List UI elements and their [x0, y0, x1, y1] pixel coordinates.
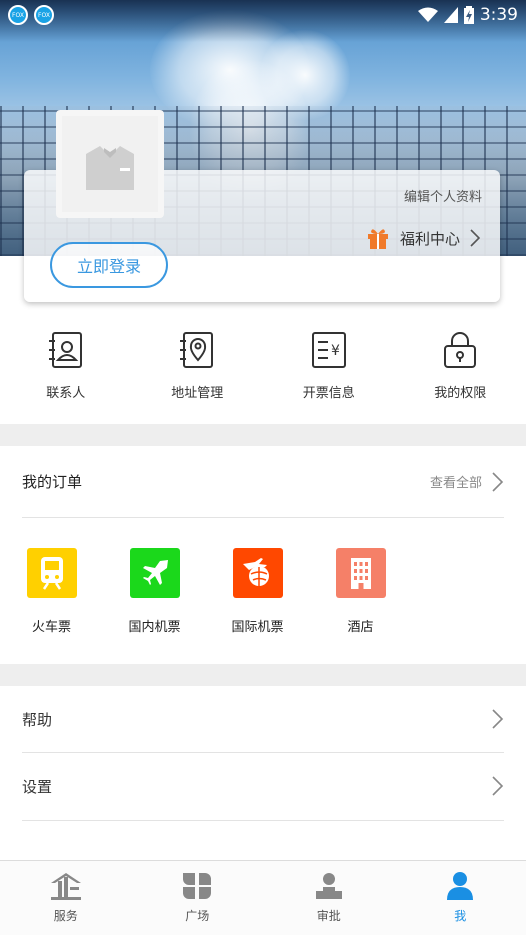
address-management-label: 地址管理	[171, 386, 224, 401]
tab-me-label: 我	[454, 909, 467, 923]
chevron-right-icon	[492, 471, 504, 492]
edit-profile-link[interactable]: 编辑个人资料	[404, 186, 482, 205]
settings-label: 设置	[22, 777, 53, 796]
contacts-action[interactable]: 联系人	[6, 322, 126, 422]
me-icon	[447, 872, 474, 900]
hotel-icon	[335, 548, 386, 598]
my-orders-header[interactable]: 我的订单 查看全部	[22, 446, 504, 518]
service-icon	[50, 873, 81, 900]
contact-book-icon	[48, 332, 82, 368]
wifi-icon	[417, 7, 438, 22]
app-notification-icon: FOX	[34, 5, 54, 25]
lock-icon	[444, 332, 477, 368]
avatar[interactable]	[56, 110, 164, 218]
train-ticket-label: 火车票	[31, 620, 71, 635]
international-flight-label: 国际机票	[231, 620, 284, 635]
signal-icon	[443, 7, 458, 23]
section-divider	[0, 664, 526, 686]
order-services: 火车票 国内机票 国际机票 酒店	[0, 548, 412, 635]
status-bar: FOX FOX 3:39	[0, 0, 526, 30]
chevron-right-icon	[492, 776, 504, 796]
app-notification-icon: FOX	[8, 5, 28, 25]
location-pin-icon	[180, 332, 214, 368]
airplane-icon	[129, 548, 180, 598]
approval-icon	[315, 873, 342, 899]
menu-divider	[22, 820, 504, 821]
default-avatar-icon	[86, 146, 134, 190]
hotel-service[interactable]: 酒店	[309, 548, 412, 635]
tab-square-label: 广场	[185, 909, 210, 923]
invoice-info-action[interactable]: ¥ 开票信息	[269, 322, 389, 422]
my-orders-title: 我的订单	[22, 473, 83, 491]
welfare-center-link[interactable]: 福利中心	[366, 226, 480, 250]
gift-icon	[367, 229, 388, 249]
battery-icon	[463, 6, 474, 24]
tab-service-label: 服务	[53, 909, 78, 923]
invoice-yen-icon: ¥	[311, 332, 346, 368]
tab-approval[interactable]: 审批	[263, 861, 395, 935]
hotel-label: 酒店	[347, 620, 374, 635]
international-flight-service[interactable]: 国际机票	[206, 548, 309, 635]
quick-actions: 联系人 地址管理 ¥ 开票信息 我的权限	[0, 322, 526, 422]
square-icon	[183, 873, 212, 899]
tab-square[interactable]: 广场	[132, 861, 264, 935]
tab-me[interactable]: 我	[395, 861, 526, 935]
tab-approval-label: 审批	[316, 909, 341, 923]
globe-plane-icon	[232, 548, 283, 598]
train-ticket-service[interactable]: 火车票	[0, 548, 103, 635]
login-button[interactable]: 立即登录	[50, 242, 168, 288]
settings-menu-item[interactable]: 设置	[22, 753, 504, 819]
domestic-flight-label: 国内机票	[128, 620, 181, 635]
my-permissions-action[interactable]: 我的权限	[400, 322, 520, 422]
section-divider	[0, 424, 526, 446]
view-all-orders-link[interactable]: 查看全部	[429, 471, 504, 492]
chevron-right-icon	[470, 229, 480, 247]
help-label: 帮助	[22, 710, 53, 729]
chevron-right-icon	[492, 709, 504, 729]
welfare-center-label: 福利中心	[399, 229, 460, 248]
address-management-action[interactable]: 地址管理	[137, 322, 257, 422]
domestic-flight-service[interactable]: 国内机票	[103, 548, 206, 635]
help-menu-item[interactable]: 帮助	[22, 686, 504, 752]
train-icon	[26, 548, 77, 598]
clock: 3:39	[479, 5, 518, 25]
tab-service[interactable]: 服务	[0, 861, 132, 935]
my-permissions-label: 我的权限	[434, 386, 487, 401]
invoice-info-label: 开票信息	[302, 386, 355, 401]
svg-text:¥: ¥	[331, 343, 340, 359]
bottom-tab-bar: 服务 广场 审批 我	[0, 860, 526, 935]
contacts-label: 联系人	[46, 386, 86, 401]
view-all-label: 查看全部	[429, 476, 482, 491]
